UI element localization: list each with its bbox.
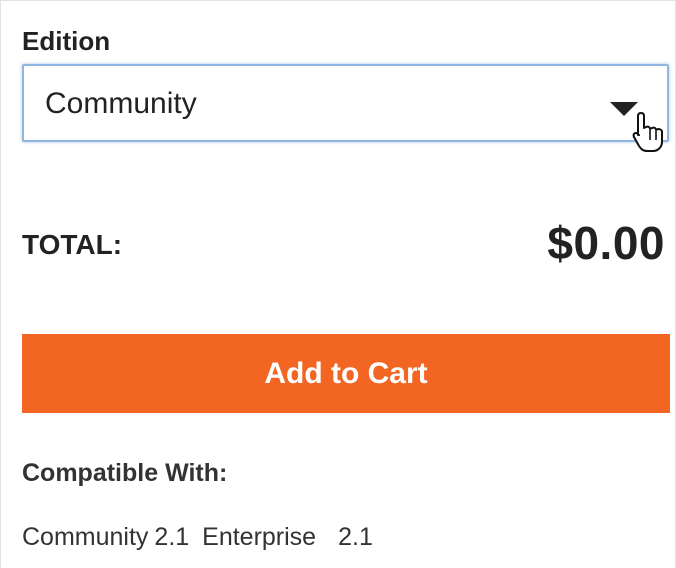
compat-item-version: 2.1 <box>154 523 190 551</box>
compat-item-version: 2.1 <box>338 523 373 551</box>
edition-select[interactable]: Community <box>22 64 669 142</box>
total-label: TOTAL: <box>22 229 123 260</box>
edition-selected-value: Community <box>45 87 197 120</box>
compat-item-name: Community <box>22 523 149 551</box>
edition-label: Edition <box>22 26 111 56</box>
compatible-with-heading: Compatible With: <box>22 459 228 487</box>
product-purchase-panel: Edition Community TOTAL: $0.00 Add to Ca… <box>0 0 676 568</box>
hand-pointer-icon <box>632 112 663 152</box>
total-price: $0.00 <box>547 217 665 269</box>
compat-item-enterprise: Enterprise 2.1 <box>202 520 373 554</box>
compatibility-list: Community 2.1 Enterprise 2.1 <box>22 520 373 554</box>
add-to-cart-button[interactable]: Add to Cart <box>22 334 670 413</box>
compat-item-name: Enterprise <box>202 523 317 551</box>
compat-item-community: Community 2.1 <box>22 520 189 554</box>
